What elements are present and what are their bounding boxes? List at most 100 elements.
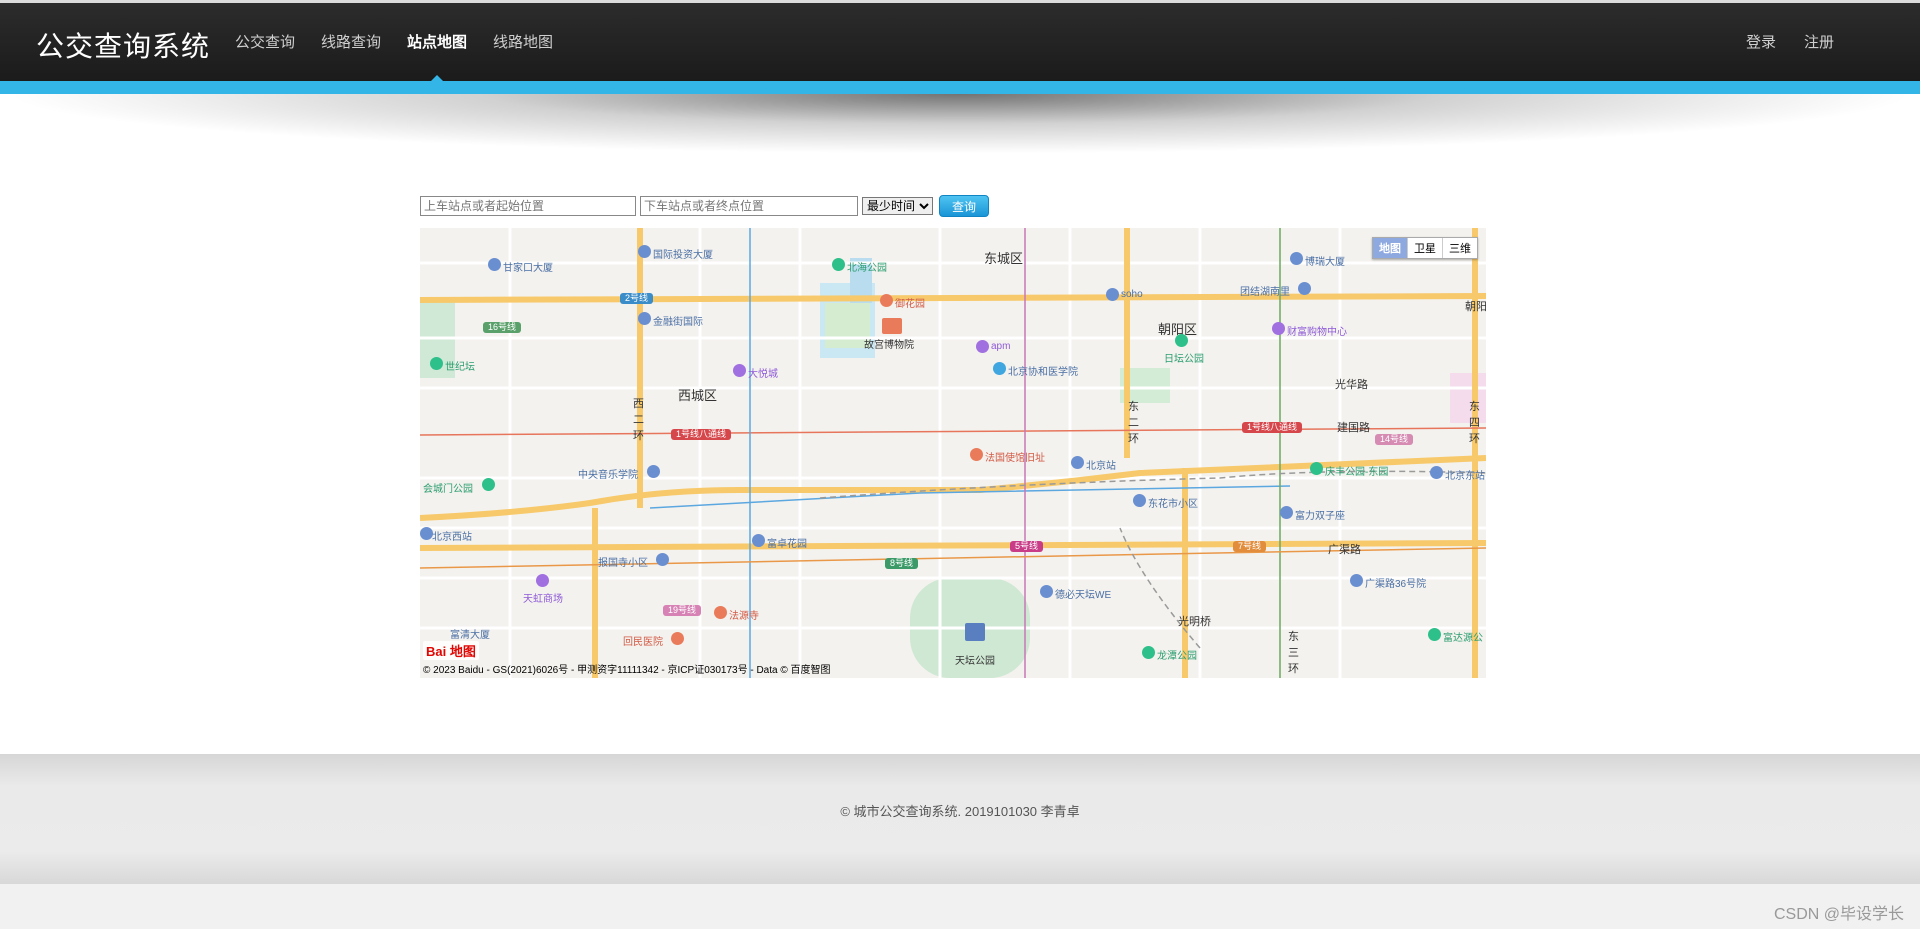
poi-label[interactable]: 团结湖南里: [1240, 283, 1290, 298]
query-button[interactable]: 查询: [939, 195, 990, 217]
park-icon: [482, 478, 495, 491]
poi-label[interactable]: apm: [991, 341, 1010, 352]
poi-label[interactable]: 博瑞大厦: [1305, 253, 1345, 268]
poi-label[interactable]: 金融街国际: [653, 313, 703, 328]
map-type-satellite[interactable]: 卫星: [1408, 238, 1443, 258]
poi-label[interactable]: 北京东站: [1445, 467, 1485, 482]
metro-line-badge: 8号线: [885, 558, 919, 569]
poi-label[interactable]: 日坛公园: [1164, 350, 1204, 365]
attraction-icon: [714, 606, 727, 619]
nav-bus-query[interactable]: 公交查询: [222, 3, 308, 81]
road-label-guanghua: 光华路: [1335, 379, 1368, 391]
accent-bar: [0, 81, 1920, 94]
auth-nav: 登录 注册: [1732, 3, 1848, 81]
brand-title[interactable]: 公交查询系统: [36, 25, 210, 65]
top-navbar: 公交查询系统 公交查询 线路查询 站点地图 线路地图 登录 注册: [0, 0, 1920, 83]
district-label-xicheng: 西城区: [678, 388, 718, 403]
building-icon: [656, 553, 669, 566]
map-copyright: © 2023 Baidu - GS(2021)6026号 - 甲测资字11111…: [423, 665, 831, 676]
poi-label[interactable]: 大悦城: [748, 365, 778, 380]
poi-label[interactable]: 龙潭公园: [1157, 647, 1197, 662]
building-icon: [1133, 494, 1146, 507]
poi-label[interactable]: 御花园: [895, 295, 925, 310]
nav-route-map[interactable]: 线路地图: [480, 3, 566, 81]
footer-copyright: © 城市公交查询系统. 2019101030 李青卓: [840, 804, 1080, 819]
map-type-3d[interactable]: 三维: [1443, 238, 1477, 258]
poi-label[interactable]: 国际投资大厦: [653, 246, 713, 261]
attraction-icon: [880, 294, 893, 307]
shop-icon: [536, 574, 549, 587]
poi-label[interactable]: 广渠路36号院: [1365, 575, 1426, 590]
attraction-icon: [970, 448, 983, 461]
poi-label[interactable]: 北京协和医学院: [1008, 363, 1078, 378]
metro-line-badge: 14号线: [1375, 434, 1414, 445]
building-icon: [1040, 585, 1053, 598]
bottom-band: [0, 884, 1920, 929]
baidu-map[interactable]: 东城区 西城区 朝阳区 建国路 广渠路 光华路 光明桥 西二环 东二环 东三环 …: [420, 228, 1486, 678]
poi-label[interactable]: 回民医院: [623, 633, 663, 648]
poi-label[interactable]: 世纪坛: [445, 358, 475, 373]
poi-label[interactable]: 庆丰公园-东园: [1325, 463, 1388, 478]
poi-label[interactable]: 北海公园: [847, 259, 887, 274]
poi-label[interactable]: 德必天坛WE: [1055, 586, 1111, 601]
end-station-input[interactable]: [640, 196, 858, 216]
building-icon: [488, 258, 501, 271]
shop-icon: [976, 340, 989, 353]
poi-label[interactable]: 天坛公园: [955, 652, 995, 667]
poi-label[interactable]: 财富购物中心: [1287, 323, 1347, 338]
road-label-east-4th: 东四环: [1469, 401, 1480, 445]
school-icon: [647, 465, 660, 478]
poi-label[interactable]: 中央音乐学院: [578, 466, 638, 481]
poi-label[interactable]: 北京站: [1086, 457, 1116, 472]
train-station-icon: [1430, 466, 1443, 479]
shop-icon: [733, 364, 746, 377]
nav-station-map[interactable]: 站点地图: [394, 3, 480, 83]
metro-line-badge: 7号线: [1233, 541, 1267, 552]
poi-label[interactable]: 报国寺小区: [598, 554, 648, 569]
poi-label[interactable]: 法源寺: [729, 607, 759, 622]
hospital-icon: [993, 362, 1006, 375]
poi-label[interactable]: 天虹商场: [523, 590, 563, 605]
poi-label[interactable]: soho: [1121, 289, 1143, 300]
register-link[interactable]: 注册: [1790, 3, 1848, 81]
poi-label[interactable]: 甘家口大厦: [503, 259, 553, 274]
poi-label[interactable]: 法国使馆旧址: [985, 449, 1045, 464]
poi-label[interactable]: 北京西站: [432, 528, 472, 543]
metro-line-badge: 16号线: [483, 322, 522, 333]
metro-line-badge: 1号线八通线: [1242, 422, 1303, 433]
baidu-logo[interactable]: Bai 地图: [423, 641, 479, 660]
footer: © 城市公交查询系统. 2019101030 李青卓: [0, 754, 1920, 884]
poi-label[interactable]: 东花市小区: [1148, 495, 1198, 510]
road-label-guangmingqiao: 光明桥: [1178, 616, 1211, 628]
palace-icon: [882, 318, 902, 334]
building-icon: [1350, 574, 1363, 587]
map-canvas: [420, 228, 1486, 678]
poi-label[interactable]: 富力双子座: [1295, 507, 1345, 522]
park-icon: [1175, 334, 1188, 347]
map-type-map[interactable]: 地图: [1373, 238, 1408, 258]
poi-label[interactable]: 富达源公: [1443, 629, 1483, 644]
building-icon: [638, 312, 651, 325]
search-form: 最少时间 查询: [420, 194, 990, 218]
nav-route-query[interactable]: 线路查询: [308, 3, 394, 81]
map-type-control: 地图 卫星 三维: [1372, 237, 1478, 259]
csdn-watermark: CSDN @毕设学长: [1773, 906, 1904, 923]
building-icon: [638, 245, 651, 258]
metro-line-badge: 2号线: [620, 293, 654, 304]
poi-label[interactable]: 故宫博物院: [864, 336, 914, 351]
login-link[interactable]: 登录: [1732, 3, 1790, 81]
shop-icon: [1272, 322, 1285, 335]
poi-label[interactable]: 富清大厦: [450, 626, 490, 641]
route-mode-select[interactable]: 最少时间: [862, 197, 933, 215]
metro-line-badge: 5号线: [1010, 541, 1044, 552]
metro-line-badge: 19号线: [663, 605, 702, 616]
building-icon: [1290, 252, 1303, 265]
main-nav: 公交查询 线路查询 站点地图 线路地图: [222, 3, 566, 83]
district-label-dongcheng: 东城区: [984, 251, 1024, 266]
start-station-input[interactable]: [420, 196, 636, 216]
road-label-east-2nd: 东二环: [1128, 401, 1139, 445]
poi-label[interactable]: 会城门公园: [423, 480, 473, 495]
poi-label[interactable]: 富卓花园: [767, 535, 807, 550]
header-shadow: [0, 94, 1920, 154]
hospital-icon: [671, 632, 684, 645]
